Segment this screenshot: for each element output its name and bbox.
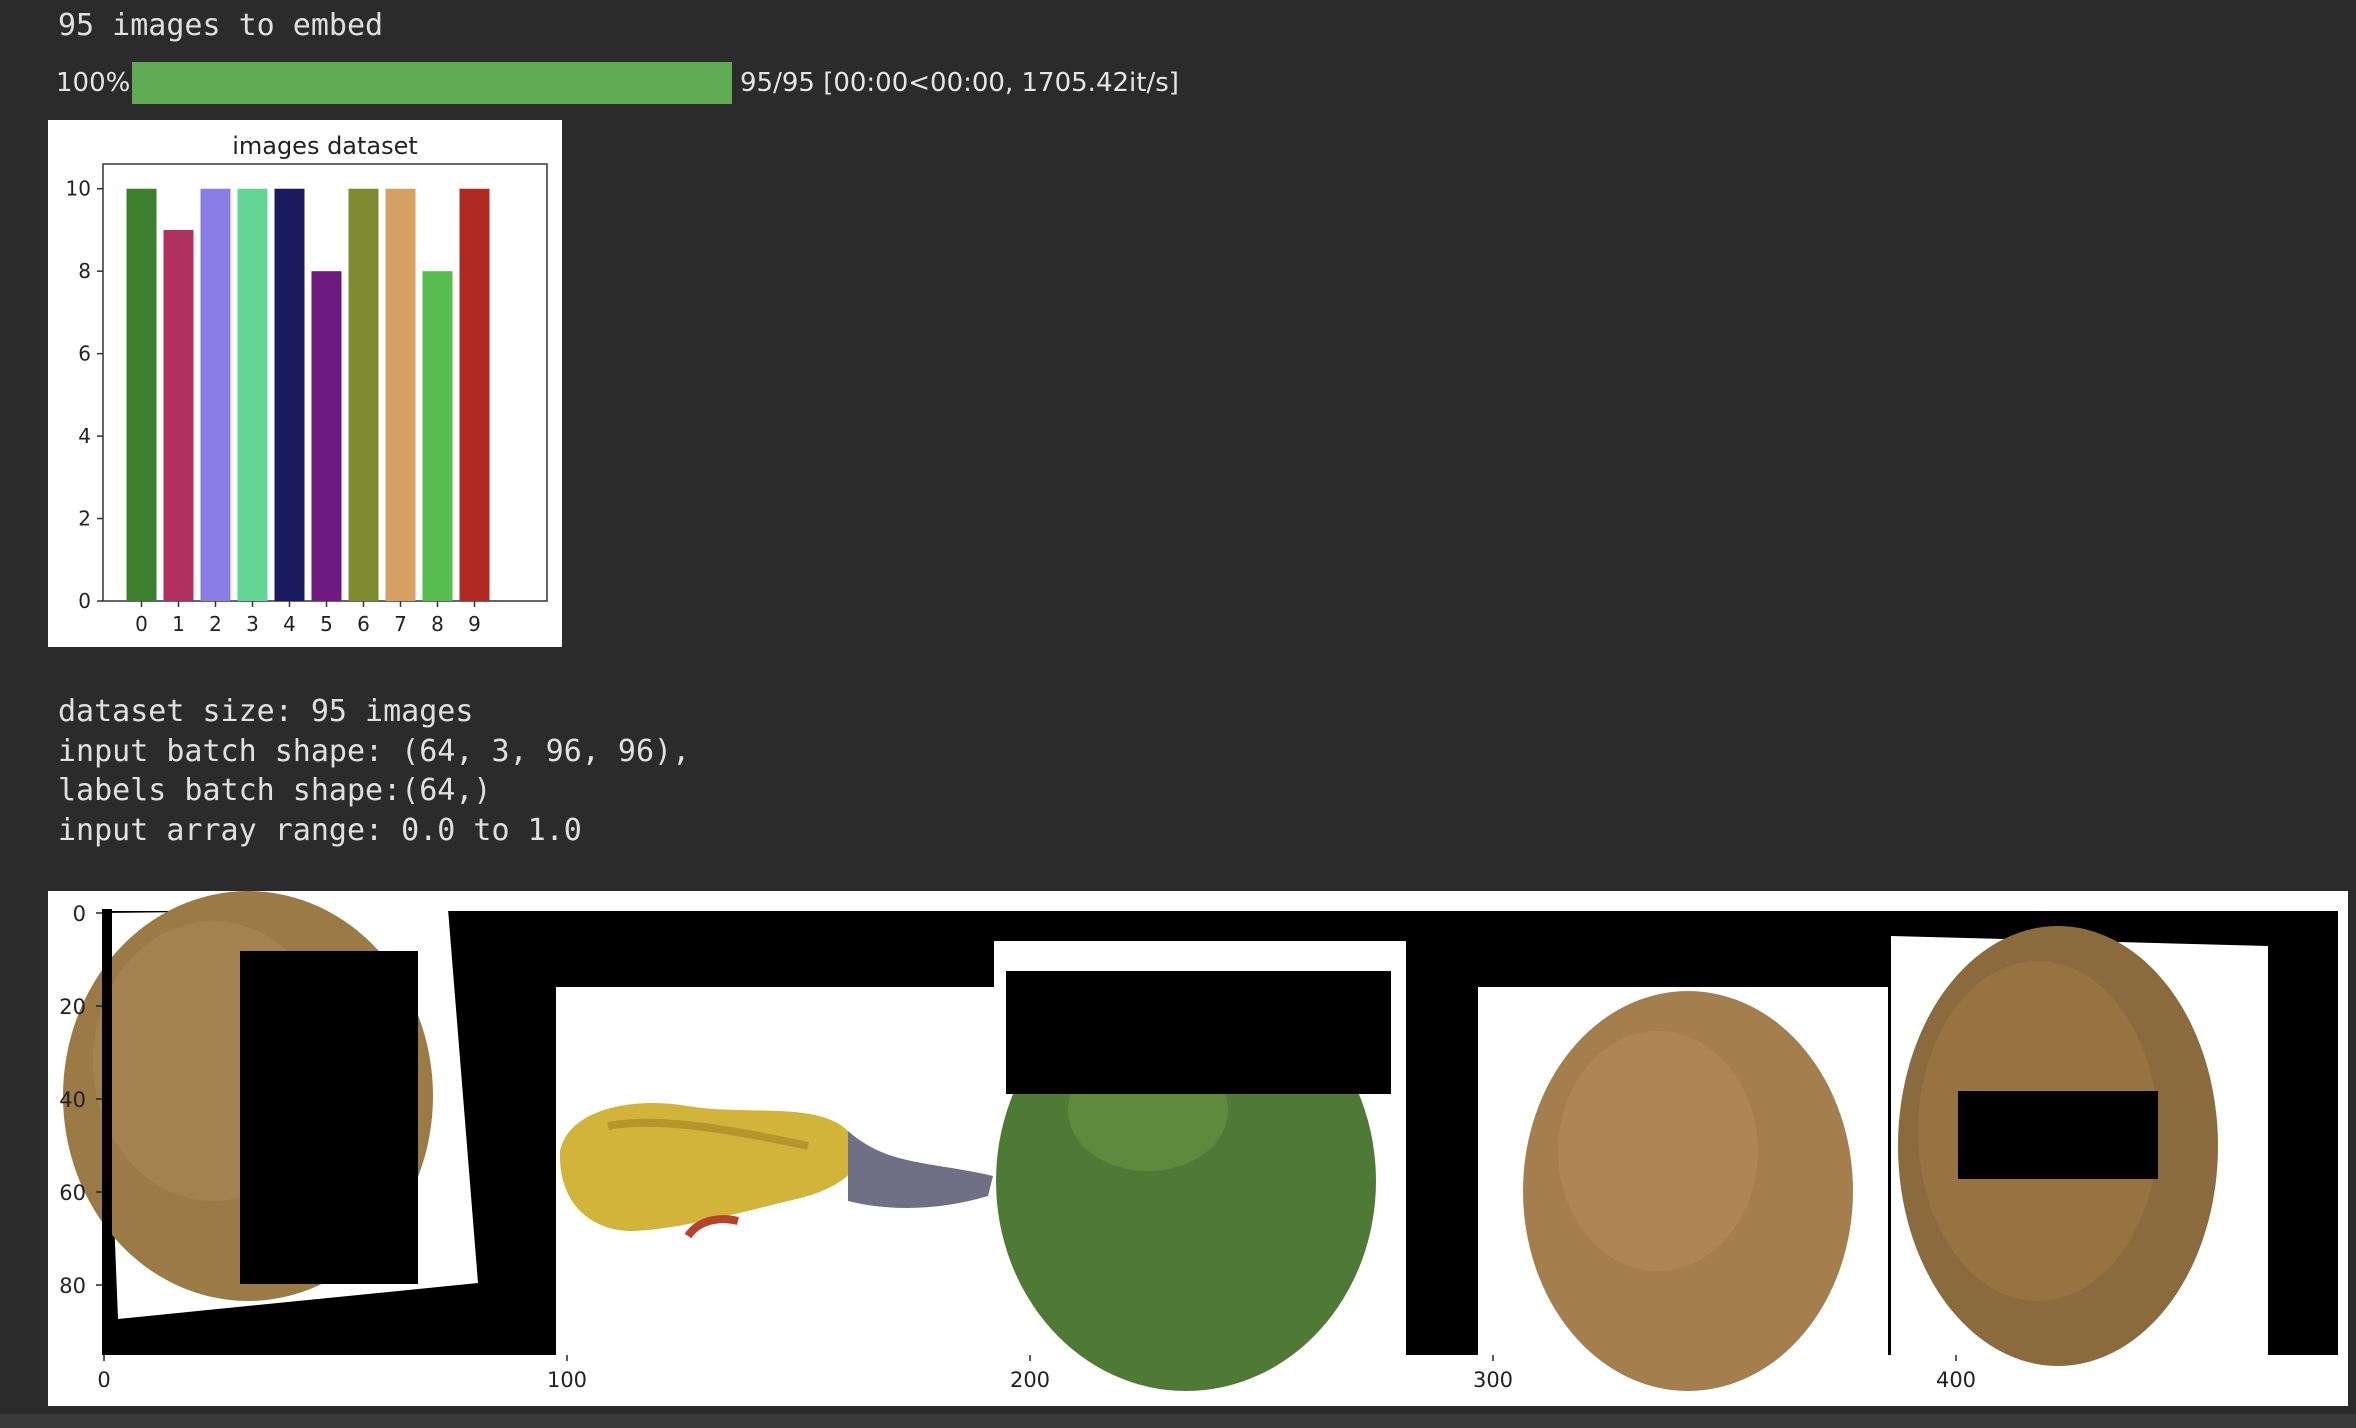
- y-tick-label: 10: [66, 177, 91, 201]
- x-tick-label: 400: [1936, 1368, 1976, 1392]
- y-tick-label: 6: [78, 342, 91, 366]
- progress-percent: 100%: [56, 68, 131, 98]
- banana-image: [556, 987, 994, 1355]
- occlusion-mask: [1958, 1091, 2158, 1179]
- x-tick-label: 300: [1473, 1368, 1513, 1392]
- stats-line: labels batch shape:(64,): [58, 773, 492, 808]
- kiwi-image: [63, 891, 478, 1329]
- bar-0: [126, 188, 157, 601]
- x-tick-label: 0: [135, 612, 148, 636]
- y-tick-label: 2: [78, 507, 91, 531]
- x-tick-label: 8: [431, 612, 444, 636]
- image-strip-plot: 0 20 40 60 80 0 100 200 300 400: [59, 891, 2338, 1392]
- kiwi-image: [1478, 987, 1888, 1391]
- x-tick-label: 7: [394, 612, 407, 636]
- scrollbar-edge: [0, 1414, 2356, 1428]
- x-tick-label: 4: [283, 612, 296, 636]
- y-tick-label: 40: [59, 1088, 86, 1112]
- y-tick-label: 80: [59, 1274, 86, 1298]
- x-tick-label: 100: [547, 1368, 587, 1392]
- occlusion-mask: [240, 951, 418, 1284]
- x-tick-label: 9: [468, 612, 481, 636]
- stats-line: input array range: 0.0 to 1.0: [58, 812, 582, 848]
- x-tick-label: 3: [246, 612, 259, 636]
- progress-info: 95/95 [00:00<00:00, 1705.42it/s]: [740, 68, 1179, 98]
- x-tick-label: 0: [97, 1368, 110, 1392]
- bar-chart: images dataset 0246810 0123456789: [66, 132, 548, 636]
- x-tick-label: 200: [1010, 1368, 1050, 1392]
- x-tick-label: 1: [172, 612, 185, 636]
- image-strip-figure: 0 20 40 60 80 0 100 200 300 400: [48, 891, 2348, 1406]
- bar-4: [274, 188, 305, 601]
- bar-1: [163, 229, 194, 601]
- chart-title: images dataset: [232, 132, 418, 160]
- bar-5: [311, 271, 342, 601]
- stats-line: dataset size: 95 images: [58, 694, 474, 729]
- y-tick-label: 8: [78, 259, 91, 283]
- y-tick-label: 0: [73, 902, 86, 926]
- y-tick-label: 0: [78, 589, 91, 613]
- stats-output: dataset size: 95 images input batch shap…: [58, 692, 690, 850]
- y-tick-label: 4: [78, 424, 91, 448]
- progress-bar-row: 100% 95/95 [00:00<00:00, 1705.42it/s]: [56, 62, 1256, 104]
- progress-bar: [132, 62, 732, 104]
- occlusion-mask: [1006, 971, 1391, 1094]
- bar-3: [237, 188, 268, 601]
- stats-line: input batch shape: (64, 3, 96, 96),: [58, 733, 691, 769]
- x-tick-label: 2: [209, 612, 222, 636]
- progress-bar-fill: [132, 62, 732, 104]
- embed-message: 95 images to embed: [58, 8, 384, 43]
- bar-7: [385, 188, 416, 601]
- bar-8: [422, 271, 453, 601]
- bar-6: [348, 188, 379, 601]
- bar-2: [200, 188, 231, 601]
- bar-chart-figure: images dataset 0 2 4 6 8 10 0123456789: [48, 120, 562, 647]
- image-strip: [63, 891, 2338, 1391]
- bar-9: [459, 188, 490, 601]
- x-tick-label: 5: [320, 612, 333, 636]
- y-tick-label: 20: [59, 995, 86, 1019]
- pineapple-image: [1891, 926, 2268, 1366]
- green-fruit-image: [994, 941, 1406, 1391]
- x-tick-label: 6: [357, 612, 370, 636]
- y-tick-label: 60: [59, 1181, 86, 1205]
